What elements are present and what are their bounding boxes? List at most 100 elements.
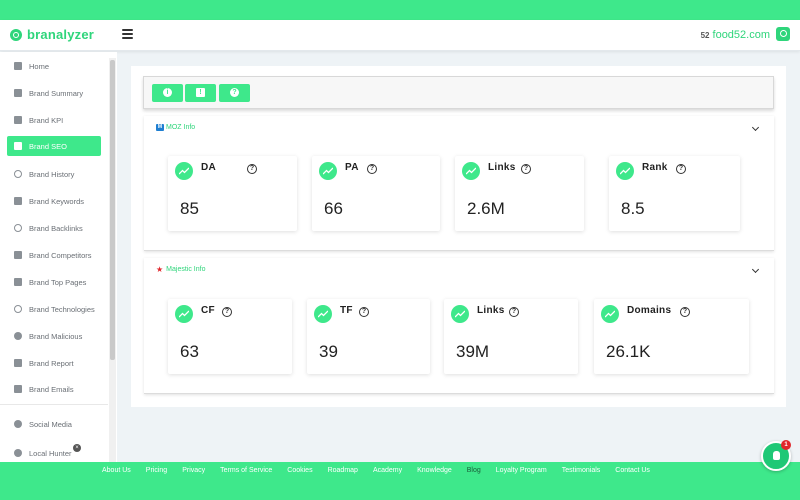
sidebar-item-label: Brand Technologies <box>29 304 95 314</box>
info-button[interactable]: i <box>152 84 183 102</box>
help-icon[interactable]: ? <box>247 164 257 174</box>
sidebar: Home Brand Summary Brand KPI Brand SEO B… <box>0 52 117 462</box>
sidebar-divider <box>0 404 108 405</box>
history-icon <box>13 169 23 179</box>
sidebar-item-brand-kpi[interactable]: Brand KPI <box>7 110 101 130</box>
chevron-down-icon[interactable] <box>751 123 760 132</box>
kpi-icon <box>13 115 23 125</box>
domain-text: food52.com <box>712 29 770 41</box>
sidebar-item-label: Social Media <box>29 419 72 429</box>
star-icon: ★ <box>156 265 164 274</box>
close-circle-icon <box>13 331 23 341</box>
moz-title-text: MOZ Info <box>166 124 196 131</box>
sidebar-item-label: Brand History <box>29 169 75 179</box>
sidebar-item-brand-history[interactable]: Brand History <box>7 164 101 184</box>
sidebar-item-label: Brand KPI <box>29 115 64 125</box>
sidebar-item-label: Local Hunter <box>29 448 72 458</box>
feedback-button[interactable]: ! <box>185 84 216 102</box>
help-icon[interactable]: ? <box>676 164 686 174</box>
metric-label: Links <box>477 305 505 316</box>
footer-link-terms[interactable]: Terms of Service <box>220 467 272 474</box>
help-icon[interactable]: ? <box>521 164 531 174</box>
majestic-panel-title[interactable]: ★ Majestic Info <box>156 265 206 274</box>
trending-up-icon <box>451 305 469 323</box>
mail-icon <box>13 384 23 394</box>
moz-panel-title[interactable]: M MOZ Info <box>156 124 195 131</box>
chat-icon <box>773 451 780 460</box>
footer-link-privacy[interactable]: Privacy <box>182 467 205 474</box>
footer-link-contact-us[interactable]: Contact Us <box>615 467 650 474</box>
layers-icon <box>13 277 23 287</box>
target-icon <box>13 304 23 314</box>
metric-card-pa: PA ? 66 <box>312 156 440 231</box>
current-domain[interactable]: 52 food52.com <box>701 29 770 41</box>
location-icon <box>13 448 23 458</box>
sidebar-item-label: Brand Emails <box>29 384 74 394</box>
help-icon[interactable]: ? <box>359 307 369 317</box>
sidebar-scroll-thumb[interactable] <box>110 60 115 360</box>
summary-icon <box>13 88 23 98</box>
metric-label: DA <box>201 162 217 173</box>
metric-value: 8.5 <box>621 199 645 218</box>
sidebar-item-home[interactable]: Home <box>7 56 101 76</box>
chat-notification-badge: 1 <box>781 440 791 450</box>
sidebar-item-brand-summary[interactable]: Brand Summary <box>7 83 101 103</box>
metric-card-rank: Rank ? 8.5 <box>609 156 740 231</box>
sidebar-item-brand-competitors[interactable]: Brand Competitors <box>7 245 101 265</box>
help-button[interactable]: ? <box>219 84 250 102</box>
sidebar-item-social-media[interactable]: Social Media <box>7 414 101 434</box>
majestic-panel: ★ Majestic Info CF ? 63 TF ? 39 Links ? … <box>144 258 774 394</box>
sidebar-item-label: Brand SEO <box>29 141 67 151</box>
home-icon <box>13 61 23 71</box>
footer-link-cookies[interactable]: Cookies <box>287 467 312 474</box>
moz-icon: M <box>156 124 164 131</box>
sidebar-item-brand-keywords[interactable]: Brand Keywords <box>7 191 101 211</box>
footer-link-loyalty-program[interactable]: Loyalty Program <box>496 467 547 474</box>
footer-link-pricing[interactable]: Pricing <box>146 467 167 474</box>
footer-link-blog[interactable]: Blog <box>467 467 481 474</box>
sidebar-item-brand-malicious[interactable]: Brand Malicious <box>7 326 101 346</box>
metric-card-links: Links ? 39M <box>444 299 578 374</box>
sidebar-item-brand-emails[interactable]: Brand Emails <box>7 379 101 399</box>
moz-panel: M MOZ Info DA ? 85 PA ? 66 Links ? 2.6M … <box>144 116 774 251</box>
menu-toggle-icon[interactable] <box>122 29 133 39</box>
trending-up-icon <box>462 162 480 180</box>
trending-up-icon <box>175 162 193 180</box>
sidebar-item-label: Brand Top Pages <box>29 277 87 287</box>
chevron-down-icon[interactable] <box>751 265 760 274</box>
sidebar-item-brand-report[interactable]: Brand Report <box>7 353 101 373</box>
sidebar-item-brand-seo[interactable]: Brand SEO <box>7 136 101 156</box>
logo[interactable]: branalyzer <box>10 27 94 42</box>
majestic-title-text: Majestic Info <box>166 266 206 273</box>
metric-card-da: DA ? 85 <box>168 156 297 231</box>
footer-link-knowledge[interactable]: Knowledge <box>417 467 452 474</box>
sidebar-item-label: Home <box>29 61 50 71</box>
sidebar-item-brand-top-pages[interactable]: Brand Top Pages <box>7 272 101 292</box>
footer-link-about-us[interactable]: About Us <box>102 467 131 474</box>
footer-link-roadmap[interactable]: Roadmap <box>328 467 358 474</box>
metric-value: 2.6M <box>467 199 505 218</box>
metric-value: 66 <box>324 199 343 218</box>
help-icon[interactable]: ? <box>222 307 232 317</box>
sidebar-item-brand-backlinks[interactable]: Brand Backlinks <box>7 218 101 238</box>
footer-link-academy[interactable]: Academy <box>373 467 402 474</box>
footer-link-testimonials[interactable]: Testimonials <box>562 467 601 474</box>
metric-value: 39 <box>319 342 338 361</box>
sidebar-item-brand-technologies[interactable]: Brand Technologies <box>7 299 101 319</box>
search-icon[interactable] <box>776 27 790 41</box>
app-header: branalyzer 52 food52.com <box>0 20 800 51</box>
help-icon[interactable]: ? <box>680 307 690 317</box>
link-icon <box>13 223 23 233</box>
help-icon[interactable]: ? <box>367 164 377 174</box>
trending-up-icon <box>319 162 337 180</box>
feedback-icon: ! <box>196 88 205 97</box>
help-icon[interactable]: ? <box>509 307 519 317</box>
sidebar-item-local-hunter[interactable]: Local Hunter <box>7 443 101 462</box>
top-accent-bar <box>0 0 800 20</box>
metric-card-domains: Domains ? 26.1K <box>594 299 749 374</box>
metric-label: Domains <box>627 305 672 316</box>
new-badge-icon: × <box>73 444 81 452</box>
toolbar: i ! ? <box>143 76 774 109</box>
metric-card-cf: CF ? 63 <box>168 299 292 374</box>
help-icon: ? <box>230 88 239 97</box>
